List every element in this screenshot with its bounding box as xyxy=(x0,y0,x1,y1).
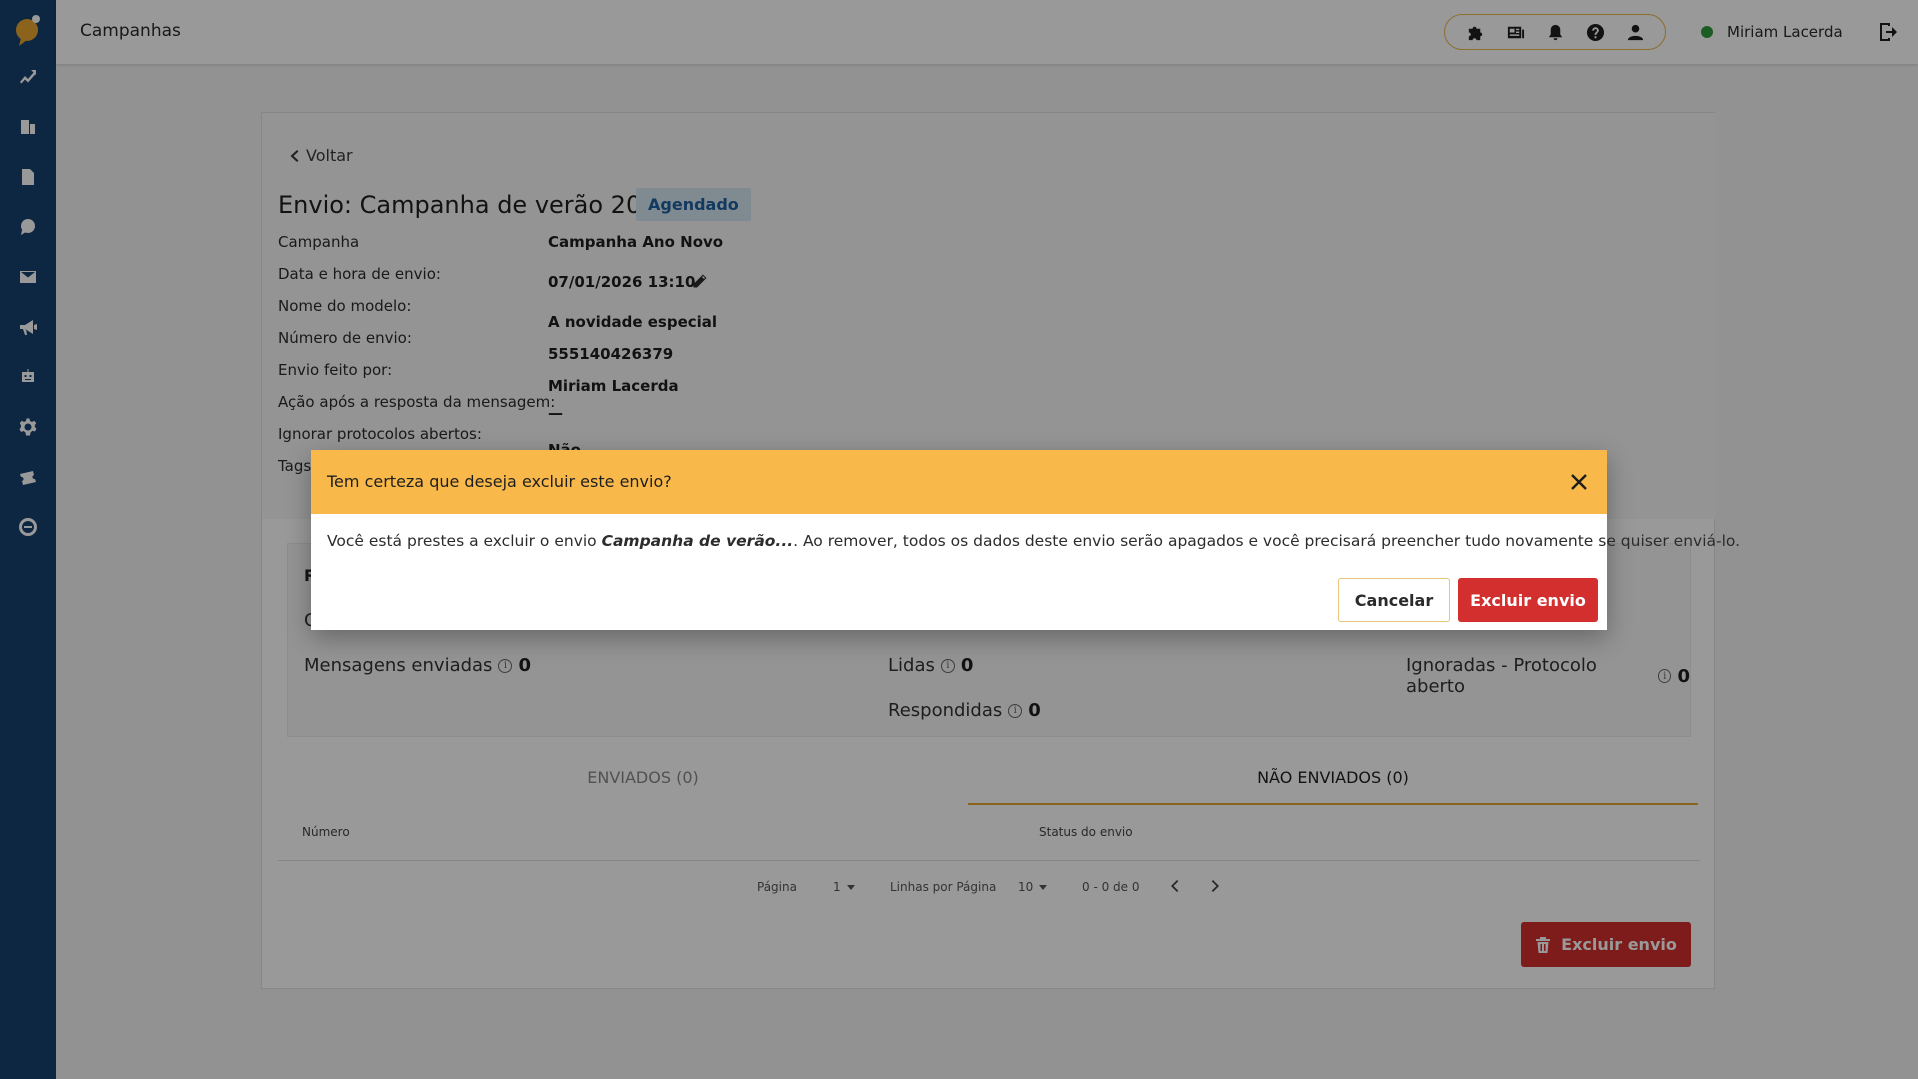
confirm-delete-button[interactable]: Excluir envio xyxy=(1458,578,1598,622)
modal-header: Tem certeza que deseja excluir este envi… xyxy=(311,450,1607,514)
close-icon[interactable] xyxy=(1567,470,1591,494)
modal-title: Tem certeza que deseja excluir este envi… xyxy=(327,472,672,491)
modal-message-prefix: Você está prestes a excluir o envio xyxy=(327,532,602,550)
modal-message: Você está prestes a excluir o envio Camp… xyxy=(327,532,1740,550)
cancel-button[interactable]: Cancelar xyxy=(1338,578,1450,622)
modal-message-send-name: Campanha de verão... xyxy=(601,532,794,550)
modal-message-suffix: . Ao remover, todos os dados deste envio… xyxy=(793,532,1741,550)
confirm-delete-modal: Tem certeza que deseja excluir este envi… xyxy=(311,450,1740,630)
